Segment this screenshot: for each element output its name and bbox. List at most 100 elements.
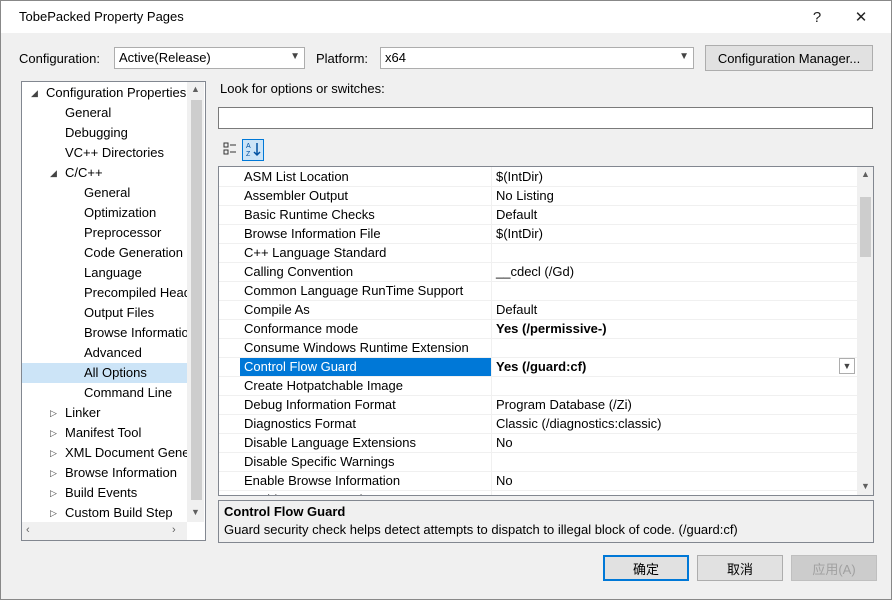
grid-scroll-thumb[interactable] bbox=[860, 197, 871, 257]
option-name: Consume Windows Runtime Extension bbox=[244, 340, 469, 355]
configuration-manager-button[interactable]: Configuration Manager... bbox=[705, 45, 873, 71]
expand-arrow-icon[interactable]: ▷ bbox=[50, 483, 60, 503]
scroll-left-icon[interactable]: ‹ bbox=[26, 524, 30, 536]
expand-arrow-icon[interactable]: ▷ bbox=[50, 463, 60, 483]
option-row[interactable]: Diagnostics Format Classic (/diagnostics:… bbox=[219, 414, 857, 434]
collapse-arrow-icon[interactable]: ◢ bbox=[50, 163, 60, 183]
scroll-up-icon[interactable]: ▲ bbox=[861, 169, 870, 179]
tree-item[interactable]: Command Line bbox=[22, 383, 187, 403]
option-row[interactable]: C++ Language Standard bbox=[219, 243, 857, 263]
tree-item[interactable]: Precompiled Head bbox=[22, 283, 191, 303]
option-row[interactable]: Basic Runtime Checks Default bbox=[219, 205, 857, 225]
tree-horizontal-scrollbar[interactable]: ‹ › bbox=[22, 522, 187, 540]
option-row[interactable]: ASM List Location $(IntDir) bbox=[219, 167, 857, 187]
tree-item[interactable]: ▷ Manifest Tool bbox=[22, 423, 187, 443]
tree-item[interactable]: ▷ Build Events bbox=[22, 483, 187, 503]
tree-item[interactable]: Language bbox=[22, 263, 187, 283]
option-value[interactable] bbox=[491, 281, 857, 300]
option-row[interactable]: Debug Information Format Program Database… bbox=[219, 395, 857, 415]
tree-item[interactable]: Optimization bbox=[22, 203, 187, 223]
scroll-down-icon[interactable]: ▼ bbox=[861, 481, 870, 491]
tree-item[interactable]: VC++ Directories bbox=[22, 143, 187, 163]
option-row[interactable]: Assembler Output No Listing bbox=[219, 186, 857, 206]
tree-item[interactable]: ▷ Custom Build Step bbox=[22, 503, 187, 523]
tree-item-label: Manifest Tool bbox=[65, 425, 142, 440]
help-button[interactable]: ? bbox=[795, 1, 839, 33]
title-bar: TobePacked Property Pages ? ✕ bbox=[1, 1, 891, 33]
option-row[interactable]: Enable Browse Information No bbox=[219, 471, 857, 491]
option-name: Diagnostics Format bbox=[244, 416, 356, 431]
grid-vertical-scrollbar[interactable]: ▲ ▼ bbox=[857, 167, 873, 495]
tree-item[interactable]: ◢ C/C++ bbox=[22, 163, 187, 183]
expand-arrow-icon[interactable]: ▷ bbox=[50, 403, 60, 423]
option-name: Compile As bbox=[244, 302, 310, 317]
property-pages-dialog: TobePacked Property Pages ? ✕ Configurat… bbox=[0, 0, 892, 600]
expand-arrow-icon[interactable]: ▷ bbox=[50, 443, 60, 463]
tree-item[interactable]: Code Generation bbox=[22, 243, 187, 263]
property-tree[interactable]: ◢ Configuration Properties General Debuggin… bbox=[21, 81, 206, 541]
option-row[interactable]: Browse Information File $(IntDir) bbox=[219, 224, 857, 244]
option-row[interactable]: Consume Windows Runtime Extension bbox=[219, 338, 857, 358]
scroll-up-icon[interactable]: ▲ bbox=[191, 84, 200, 94]
options-grid[interactable]: Enable Error ReportingNot NetEnable Brow… bbox=[218, 166, 874, 496]
scroll-right-icon[interactable]: › bbox=[172, 524, 176, 536]
tree-vertical-scrollbar[interactable]: ▲ ▼ bbox=[187, 82, 204, 522]
option-value[interactable]: __cdecl (/Gd) bbox=[491, 262, 857, 281]
chevron-down-icon[interactable]: ▼ bbox=[839, 358, 855, 374]
tree-item[interactable]: ◢ Configuration Properties bbox=[22, 83, 187, 103]
option-value[interactable]: Classic (/diagnostics:classic) bbox=[491, 414, 857, 433]
search-input[interactable] bbox=[218, 107, 873, 129]
tree-item[interactable]: ▷ XML Document Gene bbox=[22, 443, 190, 463]
option-row[interactable]: Calling Convention __cdecl (/Gd) bbox=[219, 262, 857, 282]
option-row[interactable]: Create Hotpatchable Image bbox=[219, 376, 857, 396]
option-row[interactable]: Control Flow Guard Yes (/guard:cf) ▼ bbox=[219, 357, 857, 377]
ok-button[interactable]: 确定 bbox=[603, 555, 689, 581]
option-row[interactable]: Compile As Default bbox=[219, 300, 857, 320]
option-value[interactable] bbox=[491, 243, 857, 262]
tree-item[interactable]: Preprocessor bbox=[22, 223, 187, 243]
expand-arrow-icon[interactable]: ▷ bbox=[50, 423, 60, 443]
option-value[interactable]: Default bbox=[491, 205, 857, 224]
close-button[interactable]: ✕ bbox=[839, 1, 883, 33]
tree-item[interactable]: Advanced bbox=[22, 343, 187, 363]
option-value[interactable]: $(IntDir) bbox=[491, 224, 857, 243]
tree-item[interactable]: Output Files bbox=[22, 303, 187, 323]
tree-item[interactable]: All Options bbox=[22, 363, 187, 383]
tree-item[interactable]: ▷ Browse Information bbox=[22, 463, 187, 483]
option-row[interactable]: Conformance mode Yes (/permissive-) bbox=[219, 319, 857, 339]
tree-item[interactable]: Debugging bbox=[22, 123, 187, 143]
alphabetical-button[interactable]: AZ bbox=[242, 139, 264, 161]
tree-scroll-thumb[interactable] bbox=[191, 100, 202, 500]
tree-item-label: Linker bbox=[65, 405, 101, 420]
tree-item[interactable]: General bbox=[22, 103, 187, 123]
option-row[interactable]: Disable Specific Warnings bbox=[219, 452, 857, 472]
option-value[interactable]: Yes (/guard:cf) bbox=[491, 357, 857, 376]
tree-item[interactable]: General bbox=[22, 183, 187, 203]
option-name: Debug Information Format bbox=[244, 397, 396, 412]
option-value[interactable]: Default bbox=[491, 300, 857, 319]
cancel-button[interactable]: 取消 bbox=[697, 555, 783, 581]
option-value[interactable]: Yes (/permissive-) bbox=[491, 319, 857, 338]
option-value[interactable]: No bbox=[491, 471, 857, 490]
tree-item[interactable]: Browse Informatio bbox=[22, 323, 189, 343]
option-value[interactable] bbox=[491, 338, 857, 357]
option-value[interactable]: No Listing bbox=[491, 186, 857, 205]
option-row[interactable]: Common Language RunTime Support bbox=[219, 281, 857, 301]
option-value[interactable] bbox=[491, 452, 857, 471]
option-value[interactable]: $(IntDir) bbox=[491, 167, 857, 186]
configuration-select[interactable]: Active(Release) ▼ bbox=[114, 47, 305, 69]
tree-item-label: Preprocessor bbox=[84, 225, 162, 240]
option-value[interactable]: No bbox=[491, 433, 857, 452]
categorized-button[interactable] bbox=[219, 139, 241, 161]
expand-arrow-icon[interactable]: ▷ bbox=[50, 503, 60, 523]
scroll-down-icon[interactable]: ▼ bbox=[191, 507, 200, 517]
collapse-arrow-icon[interactable]: ◢ bbox=[31, 83, 41, 103]
option-row[interactable]: Disable Language Extensions No bbox=[219, 433, 857, 453]
apply-button[interactable]: 应用(A) bbox=[791, 555, 877, 581]
option-value[interactable] bbox=[491, 376, 857, 395]
option-value[interactable]: Program Database (/Zi) bbox=[491, 395, 857, 414]
tree-item[interactable]: ▷ Linker bbox=[22, 403, 187, 423]
platform-select[interactable]: x64 ▼ bbox=[380, 47, 694, 69]
tree-item-label: VC++ Directories bbox=[65, 145, 164, 160]
tree-item-label: Debugging bbox=[65, 125, 128, 140]
